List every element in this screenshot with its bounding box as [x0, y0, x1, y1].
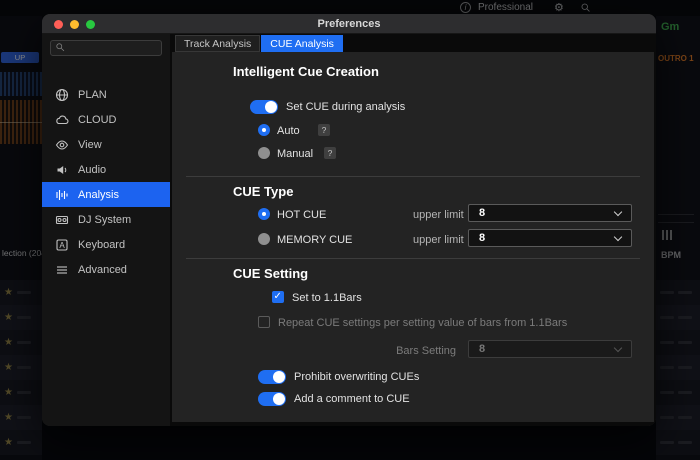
preferences-sidebar: PLAN CLOUD View Audio — [42, 34, 170, 426]
sidebar-item-audio[interactable]: Audio — [42, 157, 170, 182]
divider — [186, 176, 640, 177]
chevron-down-icon — [614, 344, 622, 352]
preferences-main: Track Analysis CUE Analysis Intelligent … — [170, 34, 656, 426]
manual-radio[interactable] — [258, 147, 270, 159]
sidebar-item-dj-system[interactable]: DJ System — [42, 207, 170, 232]
cue-analysis-panel: Intelligent Cue Creation Set CUE during … — [172, 52, 654, 422]
hot-cue-label: HOT CUE — [277, 209, 326, 221]
sidebar-item-view[interactable]: View — [42, 132, 170, 157]
screen: i Professional ⚙ UP lection (204 ★ ★ ★ ★… — [0, 0, 700, 460]
repeat-cue-checkbox[interactable] — [258, 316, 270, 328]
speaker-icon — [55, 163, 69, 177]
sidebar-item-label: DJ System — [78, 214, 131, 226]
prohibit-overwrite-label: Prohibit overwriting CUEs — [294, 371, 419, 383]
bars-setting-value: 8 — [479, 343, 485, 355]
prohibit-overwrite-toggle[interactable] — [258, 370, 286, 384]
section-title-cue-type: CUE Type — [233, 184, 293, 199]
memory-cue-limit-select[interactable]: 8 — [468, 229, 632, 247]
sidebar-item-cloud[interactable]: CLOUD — [42, 107, 170, 132]
memory-cue-limit-value: 8 — [479, 232, 485, 244]
add-comment-label: Add a comment to CUE — [294, 393, 410, 405]
sidebar-item-keyboard[interactable]: A Keyboard — [42, 232, 170, 257]
auto-radio[interactable] — [258, 124, 270, 136]
analysis-tabs: Track Analysis CUE Analysis — [175, 35, 343, 52]
globe-icon — [55, 88, 69, 102]
close-button[interactable] — [54, 20, 63, 29]
set-bars-checkbox[interactable] — [272, 291, 284, 303]
chevron-down-icon — [614, 208, 622, 216]
repeat-cue-label: Repeat CUE settings per setting value of… — [278, 317, 567, 329]
sidebar-item-analysis[interactable]: Analysis — [42, 182, 170, 207]
minimize-button[interactable] — [70, 20, 79, 29]
dj-device-icon — [55, 213, 69, 227]
chevron-down-icon — [614, 233, 622, 241]
search-icon — [55, 39, 65, 57]
memory-cue-upper-limit-label: upper limit — [413, 234, 464, 246]
set-cue-toggle-label: Set CUE during analysis — [286, 101, 405, 113]
tab-cue-analysis[interactable]: CUE Analysis — [261, 35, 343, 52]
section-title-intelligent-cue: Intelligent Cue Creation — [233, 64, 379, 79]
sidebar-item-plan[interactable]: PLAN — [42, 82, 170, 107]
add-comment-toggle[interactable] — [258, 392, 286, 406]
sidebar-item-label: View — [78, 139, 102, 151]
zoom-button[interactable] — [86, 20, 95, 29]
sidebar-item-label: Audio — [78, 164, 106, 176]
sidebar-item-label: Keyboard — [78, 239, 125, 251]
bars-setting-select: 8 — [468, 340, 632, 358]
auto-radio-label: Auto — [277, 125, 300, 137]
sidebar-item-label: PLAN — [78, 89, 107, 101]
sidebar-item-advanced[interactable]: Advanced — [42, 257, 170, 282]
manual-help-icon[interactable]: ? — [324, 147, 336, 159]
svg-text:A: A — [59, 241, 65, 250]
cloud-icon — [55, 113, 69, 127]
sidebar-search[interactable] — [50, 40, 162, 56]
hot-cue-limit-value: 8 — [479, 207, 485, 219]
manual-radio-label: Manual — [277, 148, 313, 160]
section-title-cue-setting: CUE Setting — [233, 266, 308, 281]
search-input[interactable] — [68, 43, 161, 54]
menu-lines-icon — [55, 263, 69, 277]
set-bars-label: Set to 1.1Bars — [292, 292, 362, 304]
waveform-icon — [55, 188, 69, 202]
eye-icon — [55, 138, 69, 152]
window-titlebar[interactable]: Preferences — [42, 14, 656, 34]
sidebar-item-label: Advanced — [78, 264, 127, 276]
sidebar-item-label: CLOUD — [78, 114, 117, 126]
auto-help-icon[interactable]: ? — [318, 124, 330, 136]
preferences-window: Preferences PLAN — [42, 14, 656, 426]
hot-cue-radio[interactable] — [258, 208, 270, 220]
tab-track-analysis[interactable]: Track Analysis — [175, 35, 260, 52]
keyboard-icon: A — [55, 238, 69, 252]
sidebar-item-label: Analysis — [78, 189, 119, 201]
bars-setting-label: Bars Setting — [352, 345, 456, 357]
memory-cue-label: MEMORY CUE — [277, 234, 352, 246]
hot-cue-limit-select[interactable]: 8 — [468, 204, 632, 222]
hot-cue-upper-limit-label: upper limit — [413, 209, 464, 221]
divider — [186, 258, 640, 259]
set-cue-toggle[interactable] — [250, 100, 278, 114]
memory-cue-radio[interactable] — [258, 233, 270, 245]
window-title: Preferences — [42, 14, 656, 34]
